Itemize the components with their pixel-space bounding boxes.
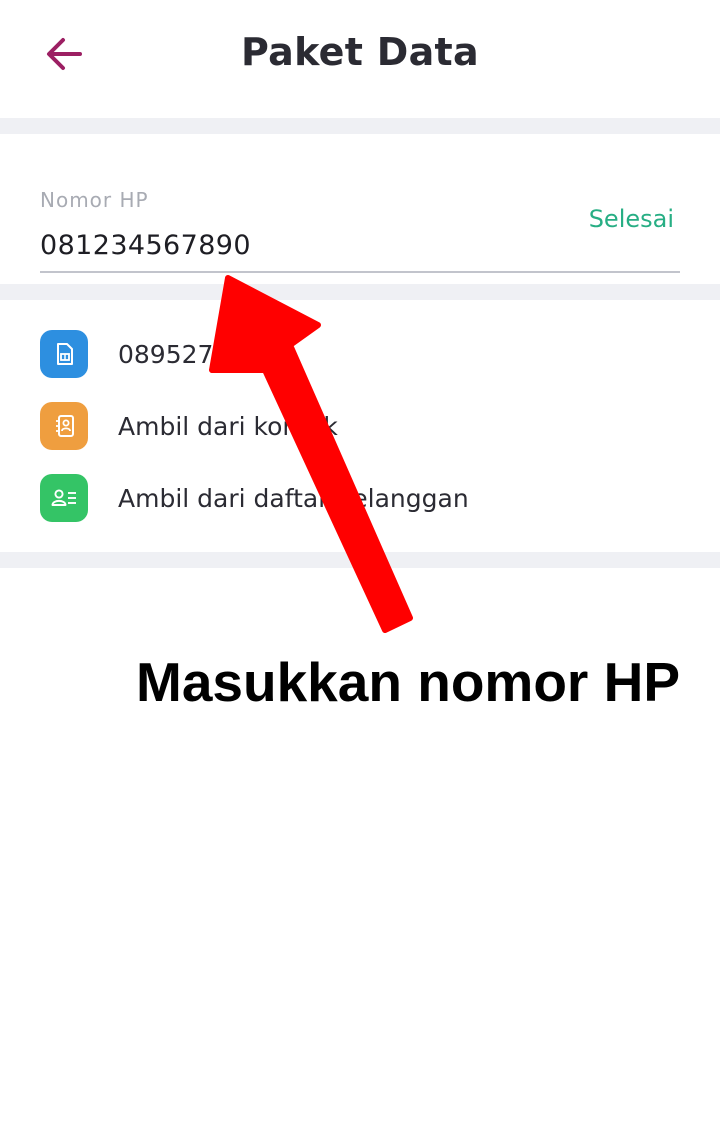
annotation-text: Masukkan nomor HP [136,651,681,713]
screen: Paket Data Nomor HP Selesai 0895272 [0,0,720,1129]
number-source-options: 0895272 Ambil dari kontak Ambil dari daf… [0,300,720,552]
option-label: 0895272 [118,339,230,369]
divider [0,552,720,568]
selesai-button[interactable]: Selesai [589,205,674,233]
option-saved-number[interactable]: 0895272 [40,328,680,380]
phone-input-section: Nomor HP Selesai [0,134,720,284]
option-label: Ambil dari kontak [118,411,338,441]
option-from-contacts[interactable]: Ambil dari kontak [40,400,680,452]
option-from-customer-list[interactable]: Ambil dari daftar pelanggan [40,472,680,524]
phone-field-underline [40,271,680,273]
customer-list-icon [40,474,88,522]
app-header: Paket Data [0,0,720,118]
option-label: Ambil dari daftar pelanggan [118,483,469,513]
phone-number-input[interactable] [40,230,560,261]
page-title: Paket Data [241,30,479,74]
contact-book-icon [40,402,88,450]
sim-card-icon [40,330,88,378]
divider [0,284,720,300]
divider [0,118,720,134]
phone-field-label: Nomor HP [40,188,149,212]
